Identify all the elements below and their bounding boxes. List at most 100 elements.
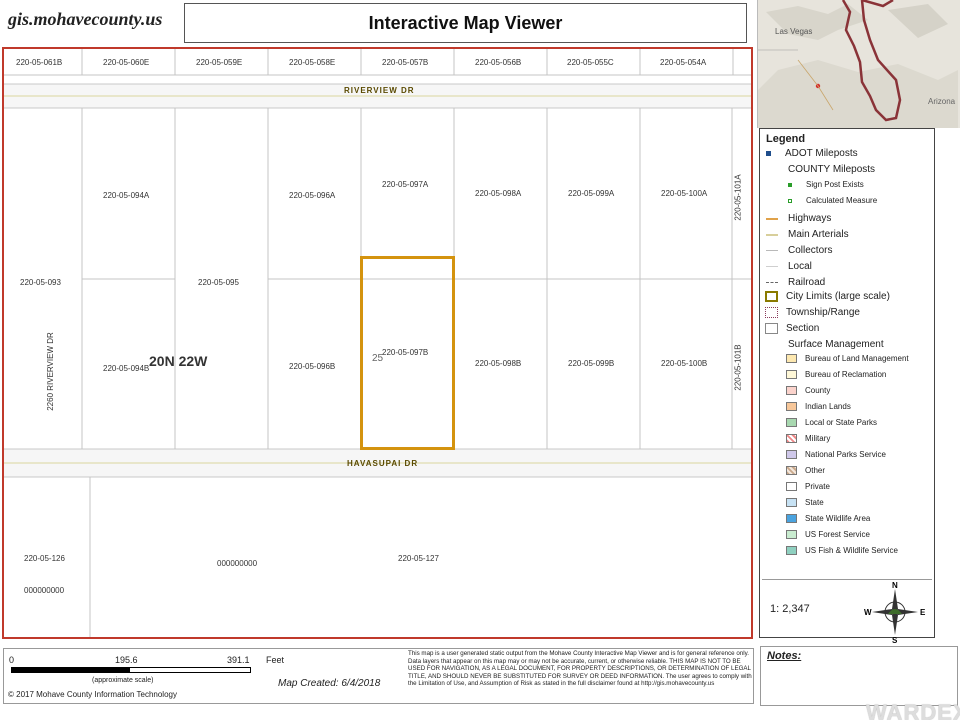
legend-surface-fish-wildlife: US Fish & Wildlife Service [786, 546, 898, 555]
compass-s: S [892, 636, 898, 643]
legend-surface-nps: National Parks Service [786, 450, 886, 459]
parcel-label[interactable]: 220-05-060E [103, 58, 149, 67]
parcel-label[interactable]: 220-05-096B [289, 362, 335, 371]
legend-surface-county: County [786, 386, 830, 395]
legend-railroad: Railroad [766, 277, 825, 288]
legend-collectors: Collectors [766, 245, 832, 256]
scale-mid: 195.6 [115, 655, 138, 665]
street-riverview-dr: RIVERVIEW DR [344, 86, 415, 95]
parcel-label[interactable]: 220-05-093 [20, 278, 61, 287]
parcel-label[interactable]: 220-05-127 [398, 554, 439, 563]
parcel-label[interactable]: 220-05-100A [661, 189, 707, 198]
parcel-label[interactable]: 220-05-061B [16, 58, 62, 67]
parks-swatch [786, 418, 797, 427]
parcel-label[interactable]: 220-05-059E [196, 58, 242, 67]
address-label: 2260 RIVERVIEW DR [45, 332, 55, 411]
parcel-map[interactable]: RIVERVIEW DR HAVASUPAI DR 220-05-061B 22… [2, 47, 753, 639]
legend-surface-other: Other [786, 466, 825, 475]
legend-section: Section [765, 323, 819, 334]
parcel-label[interactable]: 220-05-055C [567, 58, 614, 67]
legend-divider [762, 579, 932, 580]
parcel-label[interactable]: 220-05-096A [289, 191, 335, 200]
parcel-label[interactable]: 220-05-097A [382, 180, 428, 189]
scale-ratio: 1: 2,347 [770, 603, 810, 615]
scale-note: (approximate scale) [92, 677, 154, 684]
street-havasupai-dr: HAVASUPAI DR [347, 459, 419, 468]
nps-swatch [786, 450, 797, 459]
notes-panel[interactable]: Notes: [760, 646, 958, 706]
parcel-label[interactable]: 220-05-098B [475, 359, 521, 368]
parcel-label[interactable]: 220-05-099B [568, 359, 614, 368]
overview-map[interactable]: Las Vegas Arizona [757, 0, 960, 128]
parcel-label[interactable]: 220-05-054A [660, 58, 706, 67]
township-box-icon [765, 307, 778, 318]
legend-surface-private: Private [786, 482, 830, 491]
copyright-text: © 2017 Mohave County Information Technol… [8, 690, 177, 699]
railroad-line-icon [766, 282, 778, 283]
reclamation-swatch [786, 370, 797, 379]
parcel-label[interactable]: 220-05-056B [475, 58, 521, 67]
green-dot-icon [788, 198, 792, 203]
parcel-label-selected[interactable]: 220-05-097B [382, 348, 428, 357]
state-swatch [786, 498, 797, 507]
parcel-label[interactable]: 220-05-058E [289, 58, 335, 67]
private-swatch [786, 482, 797, 491]
arterial-line-icon [766, 233, 778, 236]
legend-main-arterials: Main Arterials [766, 229, 849, 240]
legend-township-range: Township/Range [765, 307, 860, 318]
legend-calculated-measure: Calculated Measure [788, 196, 877, 205]
legend: Legend ADOT Mileposts COUNTY Mileposts S… [759, 128, 935, 643]
parcel-label[interactable]: 220-05-099A [568, 189, 614, 198]
logo[interactable]: gis.mohavecounty.us [8, 9, 162, 30]
scale-zero: 0 [9, 655, 15, 665]
legend-surface-military: Military [786, 434, 830, 443]
parcel-label[interactable]: 220-05-100B [661, 359, 707, 368]
parcel-label: 000000000 [217, 559, 258, 568]
parcel-label[interactable]: 220-05-094B [103, 364, 149, 373]
watermark-logo: WARDEX [866, 700, 960, 720]
page-title: Interactive Map Viewer [368, 12, 563, 33]
forest-swatch [786, 530, 797, 539]
parcel-label[interactable]: 220-05-126 [24, 554, 65, 563]
parcel-label: 000000000 [24, 586, 65, 595]
legend-title: Legend [766, 133, 806, 145]
other-swatch [786, 466, 797, 475]
military-swatch [786, 434, 797, 443]
section-number-label: 25 [372, 353, 384, 364]
legend-surface-forest: US Forest Service [786, 530, 870, 539]
disclaimer-text: This map is a user generated static outp… [408, 650, 752, 687]
legend-surface-reclamation: Bureau of Reclamation [786, 370, 886, 379]
parcel-label[interactable]: 220-05-094A [103, 191, 149, 200]
scale-bar-fill [12, 668, 130, 672]
legend-county-mileposts: COUNTY Mileposts [788, 164, 876, 175]
legend-surface-blm: Bureau of Land Management [786, 354, 909, 363]
legend-surface-state-wildlife: State Wildlife Area [786, 514, 870, 523]
legend-highways: Highways [766, 213, 831, 224]
scale-end: 391.1 [227, 655, 250, 665]
parcel-label[interactable]: 220-05-101B [734, 344, 743, 390]
compass-rose-icon: N S W E [864, 581, 926, 643]
legend-surface-state: State [786, 498, 824, 507]
parcel-label[interactable]: 220-05-057B [382, 58, 428, 67]
section-box-icon [765, 323, 778, 334]
legend-adot-mileposts: ADOT Mileposts [766, 148, 858, 159]
parcel-label[interactable]: 220-05-101A [734, 174, 743, 220]
parcel-label[interactable]: 220-05-098A [475, 189, 521, 198]
indian-lands-swatch [786, 402, 797, 411]
legend-surface-indian-lands: Indian Lands [786, 402, 851, 411]
highway-line-icon [766, 217, 778, 220]
parcel-label[interactable]: 220-05-095 [198, 278, 239, 287]
fish-wildlife-swatch [786, 546, 797, 555]
legend-city-limits: City Limits (large scale) [765, 291, 890, 302]
scale-bar [11, 667, 251, 673]
scale-units: Feet [266, 655, 285, 665]
county-swatch [786, 386, 797, 395]
map-created-date: Map Created: 6/4/2018 [278, 678, 381, 689]
notes-label: Notes: [767, 650, 802, 662]
blm-swatch [786, 354, 797, 363]
local-road-line-icon [766, 266, 778, 267]
title-box: Interactive Map Viewer [184, 3, 747, 43]
blue-square-icon [766, 151, 771, 156]
compass-e: E [920, 608, 926, 617]
state-wildlife-swatch [786, 514, 797, 523]
